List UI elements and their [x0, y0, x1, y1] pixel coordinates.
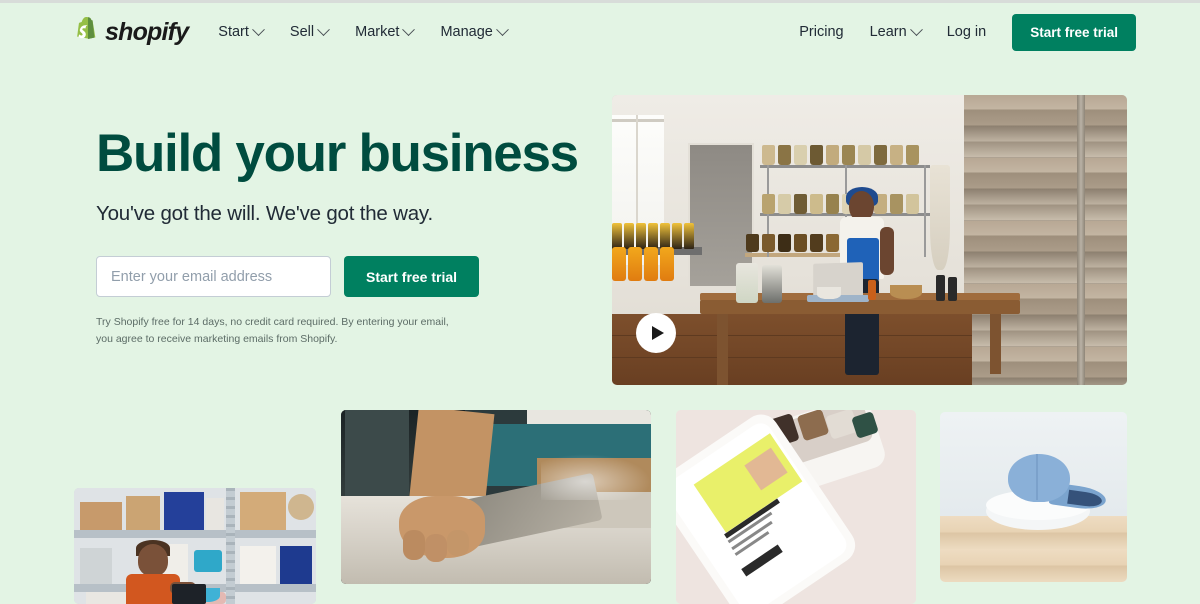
- video-bottles-upper: [612, 223, 694, 249]
- chevron-down-icon: [402, 22, 416, 36]
- video-shelf-counter: [745, 253, 850, 257]
- nav-item-market[interactable]: Market: [355, 22, 416, 40]
- gallery4-cap-seam: [1036, 454, 1038, 500]
- shopify-bag-icon: [77, 17, 96, 39]
- gallery1-person-head: [138, 544, 168, 576]
- gallery1-box: [80, 502, 122, 530]
- gallery-image-phone-store[interactable]: [676, 410, 916, 604]
- video-table-jar: [736, 263, 758, 303]
- video-jar-row-middle: [762, 194, 919, 214]
- site-header: shopify Start Sell Market Manage Pricing…: [0, 3, 1200, 61]
- video-shelf-upright: [924, 165, 926, 257]
- nav-item-login[interactable]: Log in: [947, 24, 987, 40]
- secondary-nav: Pricing Learn Log in Start free trial: [799, 13, 1136, 51]
- gallery1-box: [280, 546, 312, 584]
- signup-form: Start free trial: [96, 256, 566, 298]
- gallery2-finger: [403, 530, 425, 560]
- video-wood-wall: [964, 95, 1127, 385]
- nav-item-learn[interactable]: Learn: [869, 22, 923, 40]
- nav-label: Log in: [946, 24, 987, 40]
- nav-item-start[interactable]: Start: [218, 22, 265, 40]
- gallery1-box: [80, 548, 112, 584]
- nav-item-pricing[interactable]: Pricing: [799, 24, 843, 40]
- video-table-bowl: [817, 287, 841, 299]
- gallery1-box: [240, 492, 286, 530]
- gallery2-torso: [345, 410, 409, 502]
- chevron-down-icon: [495, 22, 509, 36]
- video-bottles-lower: [612, 247, 674, 281]
- nav-item-manage[interactable]: Manage: [440, 22, 509, 40]
- hero-copy: Build your business You've got the will.…: [96, 124, 579, 347]
- gallery2-dust: [541, 454, 651, 500]
- chevron-down-icon: [252, 22, 265, 36]
- nav-label: Sell: [289, 24, 315, 40]
- gallery4-cap-crown: [1008, 454, 1070, 502]
- nav-label: Market: [355, 24, 400, 40]
- nav-item-sell[interactable]: Sell: [289, 22, 330, 40]
- gallery1-shelf: [74, 530, 316, 538]
- gallery1-box: [164, 492, 204, 530]
- gallery1-wall-clock: [288, 494, 314, 520]
- gallery1-box: [240, 546, 276, 584]
- nav-start-free-trial-button[interactable]: Start free trial: [1012, 13, 1136, 51]
- video-table-bottle: [936, 275, 945, 301]
- signup-disclaimer: Try Shopify free for 14 days, no credit …: [96, 316, 449, 345]
- video-table-bottle: [948, 277, 957, 301]
- primary-nav: Start Sell Market Manage: [218, 22, 509, 40]
- hero-subtitle: You've got the will. We've got the way.: [96, 202, 433, 226]
- video-jar-row-top: [762, 145, 919, 165]
- gallery-image-surfboard[interactable]: [341, 410, 651, 584]
- hero-start-free-trial-button[interactable]: Start free trial: [344, 256, 480, 298]
- play-icon: [652, 326, 664, 340]
- video-play-button[interactable]: [636, 313, 676, 353]
- shopify-logo[interactable]: shopify: [74, 17, 189, 47]
- nav-label: Start: [218, 24, 249, 40]
- nav-label: Pricing: [799, 24, 844, 40]
- video-jar-row-counter: [746, 234, 855, 252]
- gallery1-shelf-perforations: [226, 488, 235, 604]
- gallery1-box: [206, 498, 224, 530]
- video-table-basket: [890, 285, 922, 299]
- logo-wordmark: shopify: [105, 17, 189, 46]
- gallery2-finger: [447, 530, 469, 556]
- video-table-leg: [990, 314, 1001, 374]
- video-floorboard-line: [612, 357, 972, 358]
- gallery-image-warehouse[interactable]: [74, 488, 316, 604]
- page-title: Build your business: [96, 124, 579, 183]
- chevron-down-icon: [909, 22, 923, 36]
- chevron-down-icon: [317, 22, 330, 36]
- video-table-jar: [762, 265, 782, 303]
- video-window-frame: [612, 119, 664, 122]
- hero-video-player[interactable]: [612, 95, 1127, 385]
- gallery1-blue-bowl: [194, 550, 222, 572]
- video-table-bottle: [868, 280, 876, 300]
- gallery1-tablet: [172, 584, 206, 604]
- video-merchant-arm: [880, 227, 894, 275]
- gallery-image-denim-cap[interactable]: [940, 412, 1127, 582]
- nav-label: Learn: [869, 24, 907, 40]
- gallery1-box: [126, 496, 160, 530]
- email-input[interactable]: [96, 256, 331, 298]
- video-hanging-apron: [930, 165, 950, 270]
- video-table-leg: [717, 314, 728, 385]
- gallery2-finger: [425, 534, 447, 562]
- video-wood-post: [1077, 95, 1085, 385]
- nav-label: Manage: [440, 24, 493, 40]
